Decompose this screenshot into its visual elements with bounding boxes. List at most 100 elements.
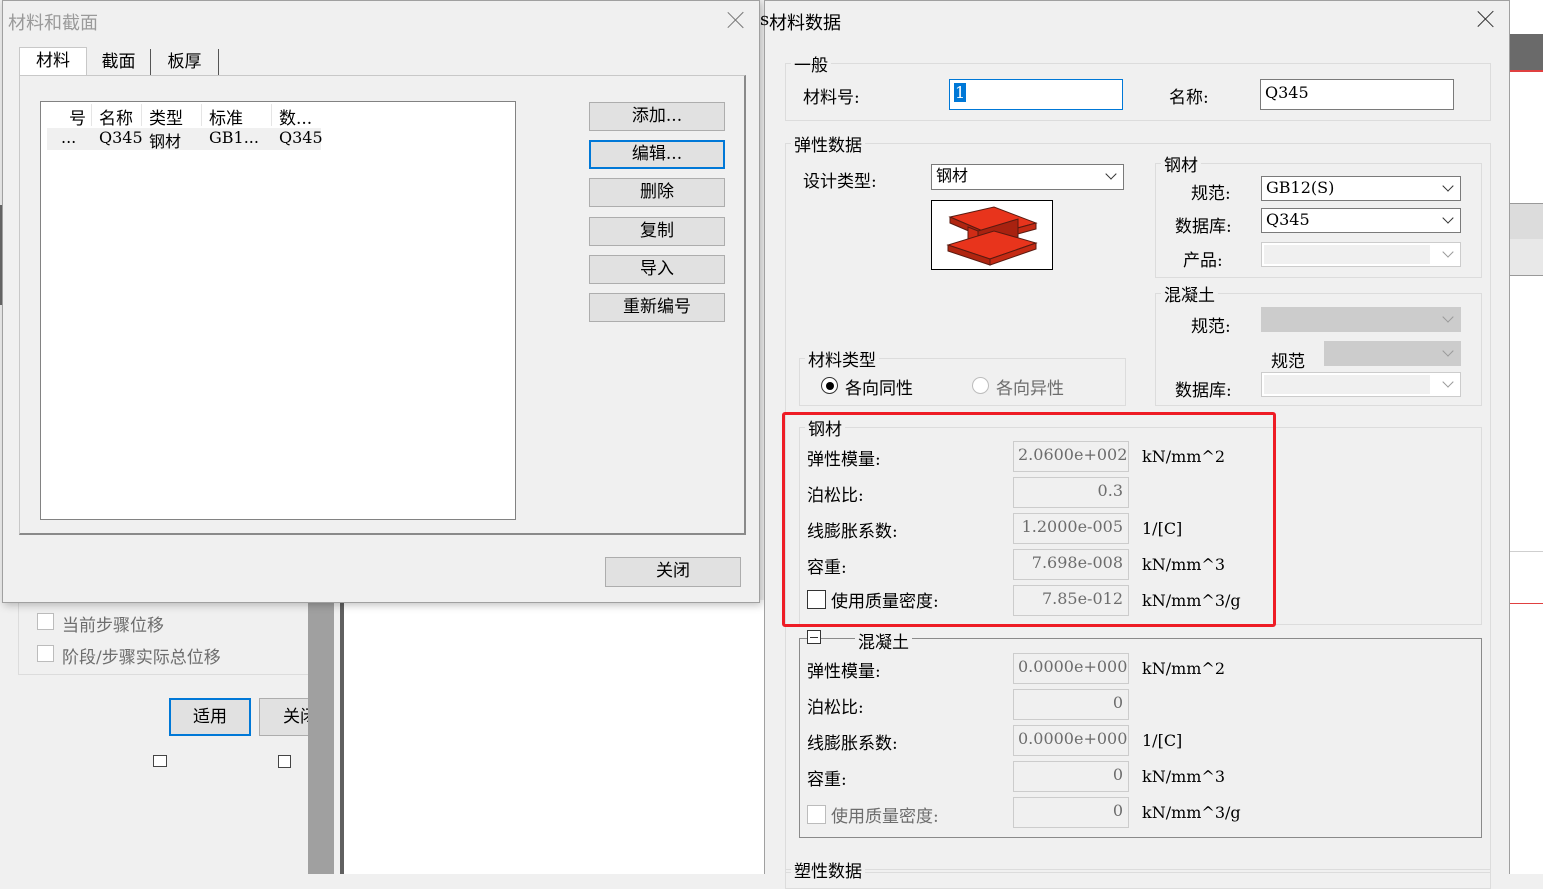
bg-close-button-label: 关闭 xyxy=(259,698,308,736)
isotropic-label[interactable]: 各向同性 xyxy=(845,374,913,399)
plastic-group-title: 塑性数据 xyxy=(791,857,865,882)
close-icon[interactable] xyxy=(1475,8,1497,30)
concrete-db-label: 数据库: xyxy=(1175,381,1232,401)
import-button[interactable]: 导入 xyxy=(589,255,725,284)
concrete-thermal-coef-unit: 1/[C] xyxy=(1142,731,1183,750)
design-type-label: 设计类型: xyxy=(803,172,877,192)
concrete-elastic-modulus-label: 弹性模量: xyxy=(807,662,881,682)
steel-code-select[interactable]: GB12(S) xyxy=(1261,176,1461,201)
bg-splitter[interactable] xyxy=(308,600,334,874)
table-row[interactable]: ... Q345 钢材 GB1... Q345 xyxy=(47,128,323,151)
concrete-code-group-title: 混凝土 xyxy=(1161,281,1218,306)
concrete-props-group-title: 混凝土 xyxy=(855,628,912,653)
elastic-group-title: 弹性数据 xyxy=(791,131,865,156)
concrete-mass-density-field[interactable]: 0 xyxy=(1013,797,1129,828)
chevron-down-icon xyxy=(1442,345,1454,357)
material-data-dialog: s 材料数据 一般 材料号: 1 名称: Q345 弹性数据 设计类型: 钢材 … xyxy=(760,0,1510,889)
steel-product-label: 产品: xyxy=(1183,251,1223,271)
list-header-type[interactable]: 类型 xyxy=(149,104,183,129)
bg-close-button[interactable]: 关闭 xyxy=(259,698,308,736)
design-type-select[interactable]: 钢材 xyxy=(931,164,1124,190)
collapse-icon[interactable] xyxy=(807,630,821,644)
concrete-unit-weight-unit: kN/mm^3 xyxy=(1142,767,1226,786)
list-header-db[interactable]: 数... xyxy=(279,104,312,129)
steel-db-value: Q345 xyxy=(1266,210,1310,229)
material-section-dialog: 材料和截面 材料 截面 板厚 号 名称 类型 标准 数... ... Q345 … xyxy=(2,0,760,603)
bg-right-strip-bar xyxy=(1510,203,1543,240)
bg-right-strip-bar2 xyxy=(1510,239,1543,276)
row-db: Q345 xyxy=(279,128,323,147)
steel-code-group-title: 钢材 xyxy=(1161,151,1201,176)
steel-code-label: 规范: xyxy=(1191,184,1231,204)
row-name: Q345 xyxy=(99,128,143,147)
steel-db-select[interactable]: Q345 xyxy=(1261,208,1461,233)
bg-canvas xyxy=(344,600,764,874)
dialog-title-prefix: s xyxy=(760,9,770,30)
concrete-code2-label: 规范 xyxy=(1271,352,1305,372)
chevron-down-icon xyxy=(1442,180,1454,192)
steel-code-value: GB12(S) xyxy=(1266,178,1335,197)
list-header-sep xyxy=(91,104,92,126)
list-header-standard[interactable]: 标准 xyxy=(209,104,243,129)
tab-section[interactable]: 截面 xyxy=(87,49,151,75)
tab-material[interactable]: 材料 xyxy=(19,47,87,77)
delete-button[interactable]: 删除 xyxy=(589,178,725,207)
chevron-down-icon xyxy=(1105,168,1117,180)
save-icon[interactable] xyxy=(278,755,291,768)
concrete-code-select[interactable] xyxy=(1261,307,1461,332)
list-header-sep xyxy=(201,104,202,126)
list-header-no[interactable]: 号 xyxy=(69,104,86,129)
isotropic-radio[interactable] xyxy=(821,377,838,394)
bg-apply-button[interactable]: 适用 xyxy=(169,698,251,736)
row-type: 钢材 xyxy=(149,132,182,151)
concrete-unit-weight-field[interactable]: 0 xyxy=(1013,761,1129,792)
row-standard: GB1... xyxy=(209,128,259,147)
add-button[interactable]: 添加... xyxy=(589,102,725,131)
material-id-field[interactable]: 1 xyxy=(949,79,1123,110)
concrete-unit-weight-label: 容重: xyxy=(807,770,847,790)
material-name-field[interactable]: Q345 xyxy=(1260,79,1454,110)
general-group-title: 一般 xyxy=(791,51,831,76)
concrete-mass-density-label: 使用质量密度: xyxy=(831,807,939,827)
steel-product-select[interactable] xyxy=(1261,242,1461,267)
renumber-button[interactable]: 重新编号 xyxy=(589,293,725,322)
folder-icon[interactable] xyxy=(153,755,167,767)
list-header-name[interactable]: 名称 xyxy=(99,104,133,129)
concrete-poisson-label: 泊松比: xyxy=(807,698,864,718)
edit-button[interactable]: 编辑... xyxy=(589,140,725,169)
tab-material-label: 材料 xyxy=(36,51,70,71)
concrete-elastic-modulus-unit: kN/mm^2 xyxy=(1142,659,1226,678)
material-id-value: 1 xyxy=(954,83,967,102)
steel-db-label: 数据库: xyxy=(1175,217,1232,237)
bg-right-strip xyxy=(1510,0,1543,874)
chevron-down-icon xyxy=(1442,311,1454,323)
dialog-title: 材料数据 xyxy=(769,13,841,34)
highlight-box xyxy=(782,412,1276,627)
chevron-down-icon xyxy=(1442,376,1454,388)
concrete-poisson-field[interactable]: 0 xyxy=(1013,689,1129,720)
concrete-thermal-coef-field[interactable]: 0.0000e+000 xyxy=(1013,725,1129,756)
concrete-elastic-modulus-field[interactable]: 0.0000e+000 xyxy=(1013,653,1129,684)
close-icon[interactable] xyxy=(725,9,747,31)
list-header-sep xyxy=(141,104,142,126)
tab-section-label: 截面 xyxy=(101,52,136,72)
plastic-group xyxy=(785,869,1491,889)
bg-checkbox-current-step[interactable] xyxy=(37,613,54,630)
close-button[interactable]: 关闭 xyxy=(605,557,741,587)
concrete-code2-select[interactable] xyxy=(1324,341,1461,366)
anisotropic-radio[interactable] xyxy=(972,377,989,394)
material-list[interactable]: 号 名称 类型 标准 数... ... Q345 钢材 GB1... Q345 xyxy=(40,101,516,520)
i-beam-icon xyxy=(946,206,1038,266)
tab-thickness[interactable]: 板厚 xyxy=(151,49,219,75)
copy-button[interactable]: 复制 xyxy=(589,217,725,246)
bg-checkbox-total-disp[interactable] xyxy=(37,645,54,662)
chevron-down-icon xyxy=(1442,212,1454,224)
concrete-db-select[interactable] xyxy=(1261,372,1461,397)
bg-right-strip-toolbar xyxy=(1510,34,1543,70)
bg-right-strip-redline xyxy=(1510,70,1543,72)
bg-right-strip-line xyxy=(1510,551,1543,552)
concrete-thermal-coef-label: 线膨胀系数: xyxy=(807,734,898,754)
concrete-mass-density-checkbox[interactable] xyxy=(807,805,826,824)
concrete-mass-density-unit: kN/mm^3/g xyxy=(1142,803,1241,822)
anisotropic-label[interactable]: 各向异性 xyxy=(996,374,1064,399)
